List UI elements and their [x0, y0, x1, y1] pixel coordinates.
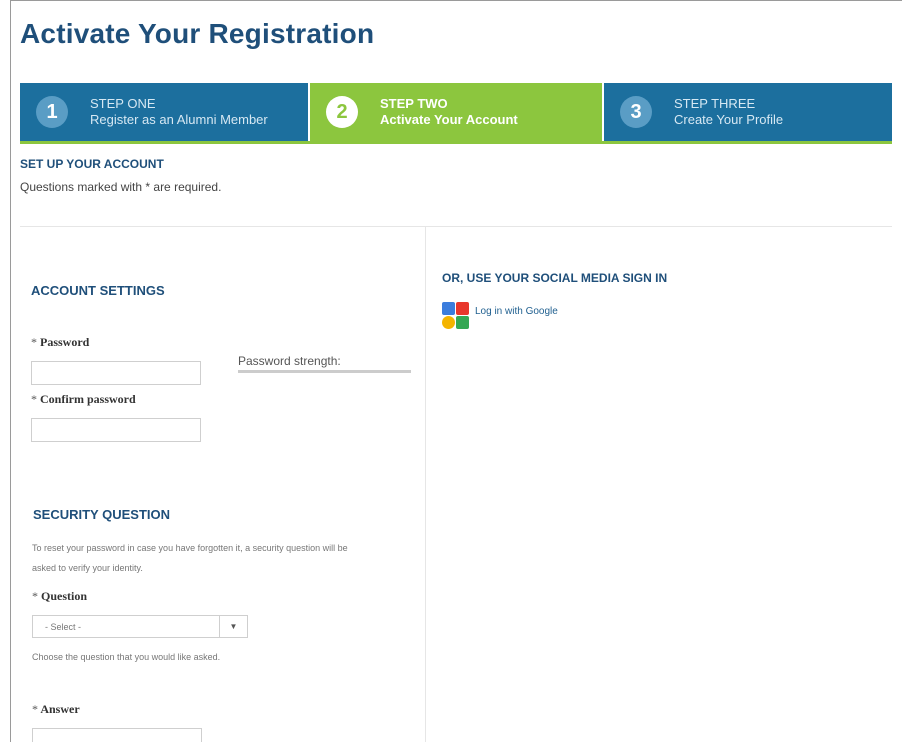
password-label-text: Password — [40, 335, 90, 349]
required-marker: * — [31, 335, 37, 349]
step-two[interactable]: 2 STEP TWO Activate Your Account — [310, 83, 602, 141]
security-question-title: SECURITY QUESTION — [33, 507, 171, 522]
answer-input[interactable] — [32, 728, 202, 742]
google-login-button[interactable]: Log in with Google — [442, 302, 558, 330]
step-two-description: Activate Your Account — [380, 112, 518, 127]
social-signin-title: OR, USE YOUR SOCIAL MEDIA SIGN IN — [442, 271, 668, 285]
chevron-down-icon[interactable]: ▼ — [219, 616, 247, 637]
section-divider — [20, 226, 892, 227]
confirm-password-label: * Confirm password — [31, 392, 136, 407]
step-three-description: Create Your Profile — [674, 112, 784, 127]
answer-label: * Answer — [32, 702, 80, 717]
password-strength-meter — [238, 370, 411, 373]
confirm-password-label-text: Confirm password — [40, 392, 136, 406]
question-label: * Question — [32, 589, 87, 604]
security-help-line-1: To reset your password in case you have … — [32, 543, 348, 553]
account-settings-title: ACCOUNT SETTINGS — [31, 283, 165, 298]
password-input[interactable] — [31, 361, 201, 385]
step-two-label: STEP TWO — [380, 96, 448, 111]
required-note: Questions marked with * are required. — [20, 180, 222, 194]
step-one-number: 1 — [36, 96, 68, 128]
question-label-text: Question — [41, 589, 88, 603]
step-one[interactable]: 1 STEP ONE Register as an Alumni Member — [20, 83, 310, 141]
password-strength-label: Password strength: — [238, 354, 341, 368]
step-progress-bar: 1 STEP ONE Register as an Alumni Member … — [20, 83, 892, 141]
step-one-label: STEP ONE — [90, 96, 156, 111]
step-one-description: Register as an Alumni Member — [90, 112, 268, 127]
confirm-password-input[interactable] — [31, 418, 201, 442]
required-marker: * — [32, 589, 38, 603]
question-select[interactable]: - Select - ▼ — [32, 615, 248, 638]
setup-account-title: SET UP YOUR ACCOUNT — [20, 157, 164, 171]
google-icon — [442, 302, 470, 330]
required-marker: * — [31, 392, 37, 406]
steps-underline — [20, 141, 892, 144]
answer-label-text: Answer — [40, 702, 80, 716]
security-help-text: To reset your password in case you have … — [32, 538, 348, 578]
security-help-line-2: asked to verify your identity. — [32, 563, 143, 573]
step-three-number: 3 — [620, 96, 652, 128]
step-two-number: 2 — [326, 96, 358, 128]
google-login-label[interactable]: Log in with Google — [475, 306, 558, 317]
question-select-value: - Select - — [45, 621, 82, 632]
step-three[interactable]: 3 STEP THREE Create Your Profile — [602, 83, 892, 141]
page-title: Activate Your Registration — [20, 18, 375, 49]
question-help-text: Choose the question that you would like … — [32, 652, 221, 662]
step-three-label: STEP THREE — [674, 96, 756, 111]
required-marker: * — [32, 702, 38, 716]
column-divider — [425, 226, 426, 742]
password-label: * Password — [31, 335, 89, 350]
